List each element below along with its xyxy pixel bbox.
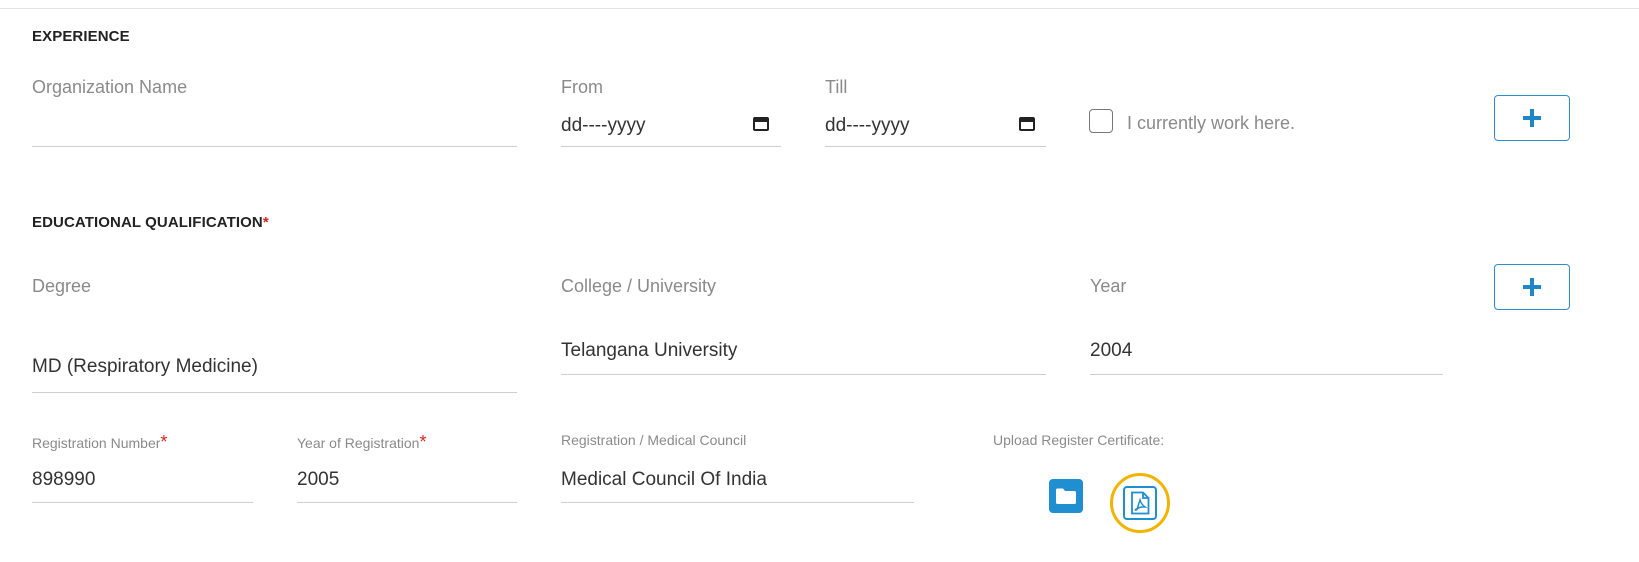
registration-number-input[interactable]: 898990 (32, 469, 95, 491)
add-education-button[interactable] (1494, 264, 1570, 310)
currently-work-here-label: I currently work here. (1127, 113, 1296, 133)
add-experience-button[interactable] (1494, 95, 1570, 141)
degree-input[interactable]: MD (Respiratory Medicine) (32, 356, 258, 378)
browse-folder-button[interactable] (1049, 479, 1083, 513)
college-label: College / University (561, 276, 717, 296)
folder-icon (1056, 488, 1076, 504)
organization-name-input[interactable] (32, 108, 517, 146)
from-date-underline (561, 146, 781, 147)
upload-certificate-label: Upload Register Certificate: (993, 432, 1165, 448)
year-label: Year (1090, 276, 1127, 296)
currently-work-here-checkbox[interactable] (1089, 109, 1113, 133)
education-section-title: EDUCATIONAL QUALIFICATION* (32, 214, 269, 231)
year-of-registration-underline (297, 502, 517, 503)
registration-number-underline (32, 502, 253, 503)
view-pdf-button[interactable] (1123, 486, 1157, 520)
registration-number-label: Registration Number* (32, 432, 167, 453)
medical-council-underline (561, 502, 914, 503)
till-date-placeholder: dd----yyyy (825, 115, 910, 136)
organization-name-label: Organization Name (32, 77, 188, 97)
till-date-underline (825, 146, 1046, 147)
degree-underline (32, 392, 517, 393)
organization-name-underline (32, 146, 517, 147)
pdf-icon (1131, 491, 1150, 515)
plus-icon (1523, 278, 1541, 296)
education-title-text: EDUCATIONAL QUALIFICATION (32, 214, 263, 231)
year-input[interactable]: 2004 (1090, 340, 1132, 362)
required-mark: * (160, 432, 168, 452)
plus-icon (1523, 109, 1541, 127)
registration-number-label-text: Registration Number (32, 435, 161, 451)
from-date-input[interactable]: dd----yyyy (561, 108, 781, 146)
year-of-registration-input[interactable]: 2005 (297, 469, 339, 491)
year-of-registration-label: Year of Registration* (297, 432, 426, 453)
calendar-icon[interactable] (753, 117, 769, 131)
year-of-registration-label-text: Year of Registration (297, 435, 420, 451)
experience-section-title: EXPERIENCE (32, 28, 130, 45)
from-date-placeholder: dd----yyyy (561, 115, 646, 136)
from-date-label: From (561, 77, 603, 97)
medical-council-label: Registration / Medical Council (561, 432, 747, 448)
till-date-label: Till (825, 77, 848, 97)
top-divider (0, 8, 1639, 9)
till-date-input[interactable]: dd----yyyy (825, 108, 1046, 146)
required-mark: * (419, 432, 427, 452)
degree-label: Degree (32, 276, 92, 296)
calendar-icon[interactable] (1019, 117, 1035, 131)
year-underline (1090, 374, 1443, 375)
college-input[interactable]: Telangana University (561, 340, 737, 362)
college-underline (561, 374, 1046, 375)
medical-council-input[interactable]: Medical Council Of India (561, 469, 767, 491)
required-mark: * (262, 214, 269, 231)
